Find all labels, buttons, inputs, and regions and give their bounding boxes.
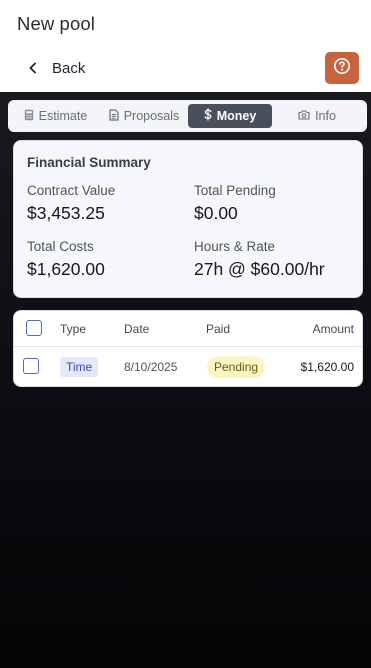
question-circle-icon	[333, 57, 351, 80]
tab-label: Info	[315, 109, 336, 123]
metric-label: Total Costs	[27, 239, 94, 254]
tab-money[interactable]: Money	[188, 104, 272, 128]
metric-value: $3,453.25	[27, 203, 105, 223]
tab-label: Estimate	[38, 109, 88, 123]
metric-label: Contract Value	[27, 183, 116, 198]
tab-estimate[interactable]: Estimate	[11, 104, 100, 128]
status-badge: Pending	[207, 356, 266, 378]
top-bar: New pool Back	[0, 0, 371, 92]
financial-summary-card: Financial Summary Contract Value $3,453.…	[13, 140, 363, 298]
transactions-table: Type Date Paid Amount Time 8/10/2025 Pen…	[13, 310, 363, 387]
card-title: Financial Summary	[27, 155, 151, 170]
contract-value: Contract Value $3,453.25	[27, 183, 115, 224]
column-header-amount[interactable]: Amount	[313, 322, 354, 336]
metric-value: 27h @ $60.00/hr	[194, 259, 325, 279]
help-button[interactable]	[325, 52, 359, 84]
column-header-type[interactable]: Type	[60, 322, 86, 336]
chevron-left-icon	[28, 62, 38, 74]
amount-cell: $1,620.00	[300, 360, 354, 374]
total-costs: Total Costs $1,620.00	[27, 239, 105, 280]
tab-info[interactable]: Info	[272, 104, 362, 128]
document-icon	[109, 108, 119, 124]
metric-label: Total Pending	[194, 183, 276, 198]
column-header-date[interactable]: Date	[124, 322, 149, 336]
tab-proposals[interactable]: Proposals	[100, 104, 188, 128]
row-checkbox[interactable]	[23, 358, 39, 374]
tab-label: Money	[216, 109, 257, 123]
calculator-icon	[24, 109, 34, 124]
date-cell: 8/10/2025	[124, 360, 178, 374]
table-row[interactable]: Time 8/10/2025 Pending $1,620.00	[14, 347, 362, 386]
hours-rate: Hours & Rate 27h @ $60.00/hr	[194, 239, 325, 280]
dollar-icon	[204, 108, 212, 124]
back-label: Back	[52, 59, 86, 77]
tab-label: Proposals	[123, 109, 180, 123]
metric-label: Hours & Rate	[194, 239, 276, 254]
select-all-checkbox[interactable]	[26, 320, 42, 336]
tab-bar: Estimate Proposals Money Info	[8, 100, 367, 132]
column-header-paid[interactable]: Paid	[206, 322, 230, 336]
camera-icon	[298, 109, 310, 123]
table-header: Type Date Paid Amount	[14, 311, 362, 347]
total-pending: Total Pending $0.00	[194, 183, 276, 224]
metric-value: $0.00	[194, 203, 238, 223]
page-title: New pool	[17, 13, 95, 34]
type-badge: Time	[60, 357, 99, 377]
metric-value: $1,620.00	[27, 259, 105, 279]
back-button[interactable]: Back	[28, 54, 85, 82]
